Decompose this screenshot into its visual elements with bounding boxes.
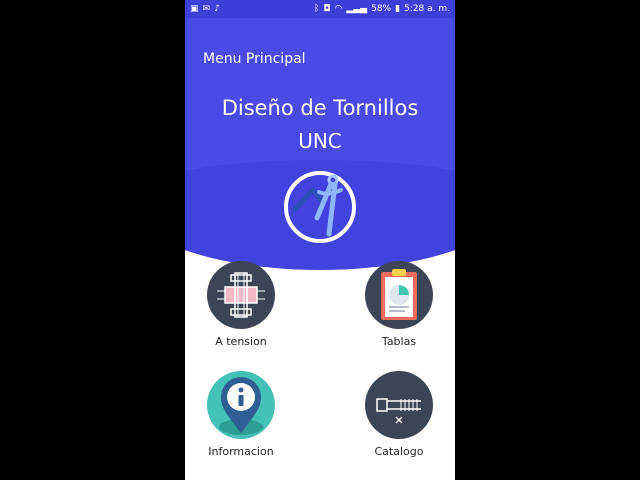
menu-item-a-tension[interactable]: A tension: [186, 261, 296, 348]
status-bar: ▣ ✉ ♪ ᛒ ◘ ◠ ▂▃▄ 58% ▮ 5:28 a. m.: [185, 0, 455, 18]
battery-level: 58%: [371, 4, 392, 14]
menu-item-label: A tension: [215, 335, 267, 348]
phone-screen: ▣ ✉ ♪ ᛒ ◘ ◠ ▂▃▄ 58% ▮ 5:28 a. m. Menu Pr…: [185, 0, 455, 480]
bluetooth-icon: ᛒ: [313, 3, 320, 14]
info-icon: [207, 371, 275, 439]
image-icon: ▣: [190, 3, 199, 14]
nfc-icon: ◘: [323, 3, 331, 14]
wifi-icon: ◠: [334, 3, 343, 14]
menu-item-catalogo[interactable]: Catalogo: [344, 371, 454, 458]
menu-title: Menu Principal: [203, 51, 306, 67]
mail-icon: ✉: [202, 3, 211, 14]
bolt-catalog-icon: [365, 371, 433, 439]
signal-icon: ▂▃▄: [346, 3, 368, 14]
menu-item-tablas[interactable]: Tablas: [344, 261, 454, 348]
menu-item-informacion[interactable]: Informacion: [186, 371, 296, 458]
app-subtitle: UNC: [298, 129, 342, 153]
menu-item-label: Catalogo: [374, 445, 424, 458]
app-title: Diseño de Tornillos: [221, 96, 419, 120]
battery-icon: ▮: [395, 3, 401, 14]
bolt-tension-icon: [207, 261, 275, 329]
clipboard-icon: [365, 261, 433, 329]
compass-logo-icon: [284, 171, 356, 243]
menu-item-label: Tablas: [381, 335, 417, 348]
clock: 5:28 a. m.: [404, 4, 450, 14]
menu-item-label: Informacion: [208, 445, 274, 458]
music-note-icon: ♪: [214, 3, 220, 14]
